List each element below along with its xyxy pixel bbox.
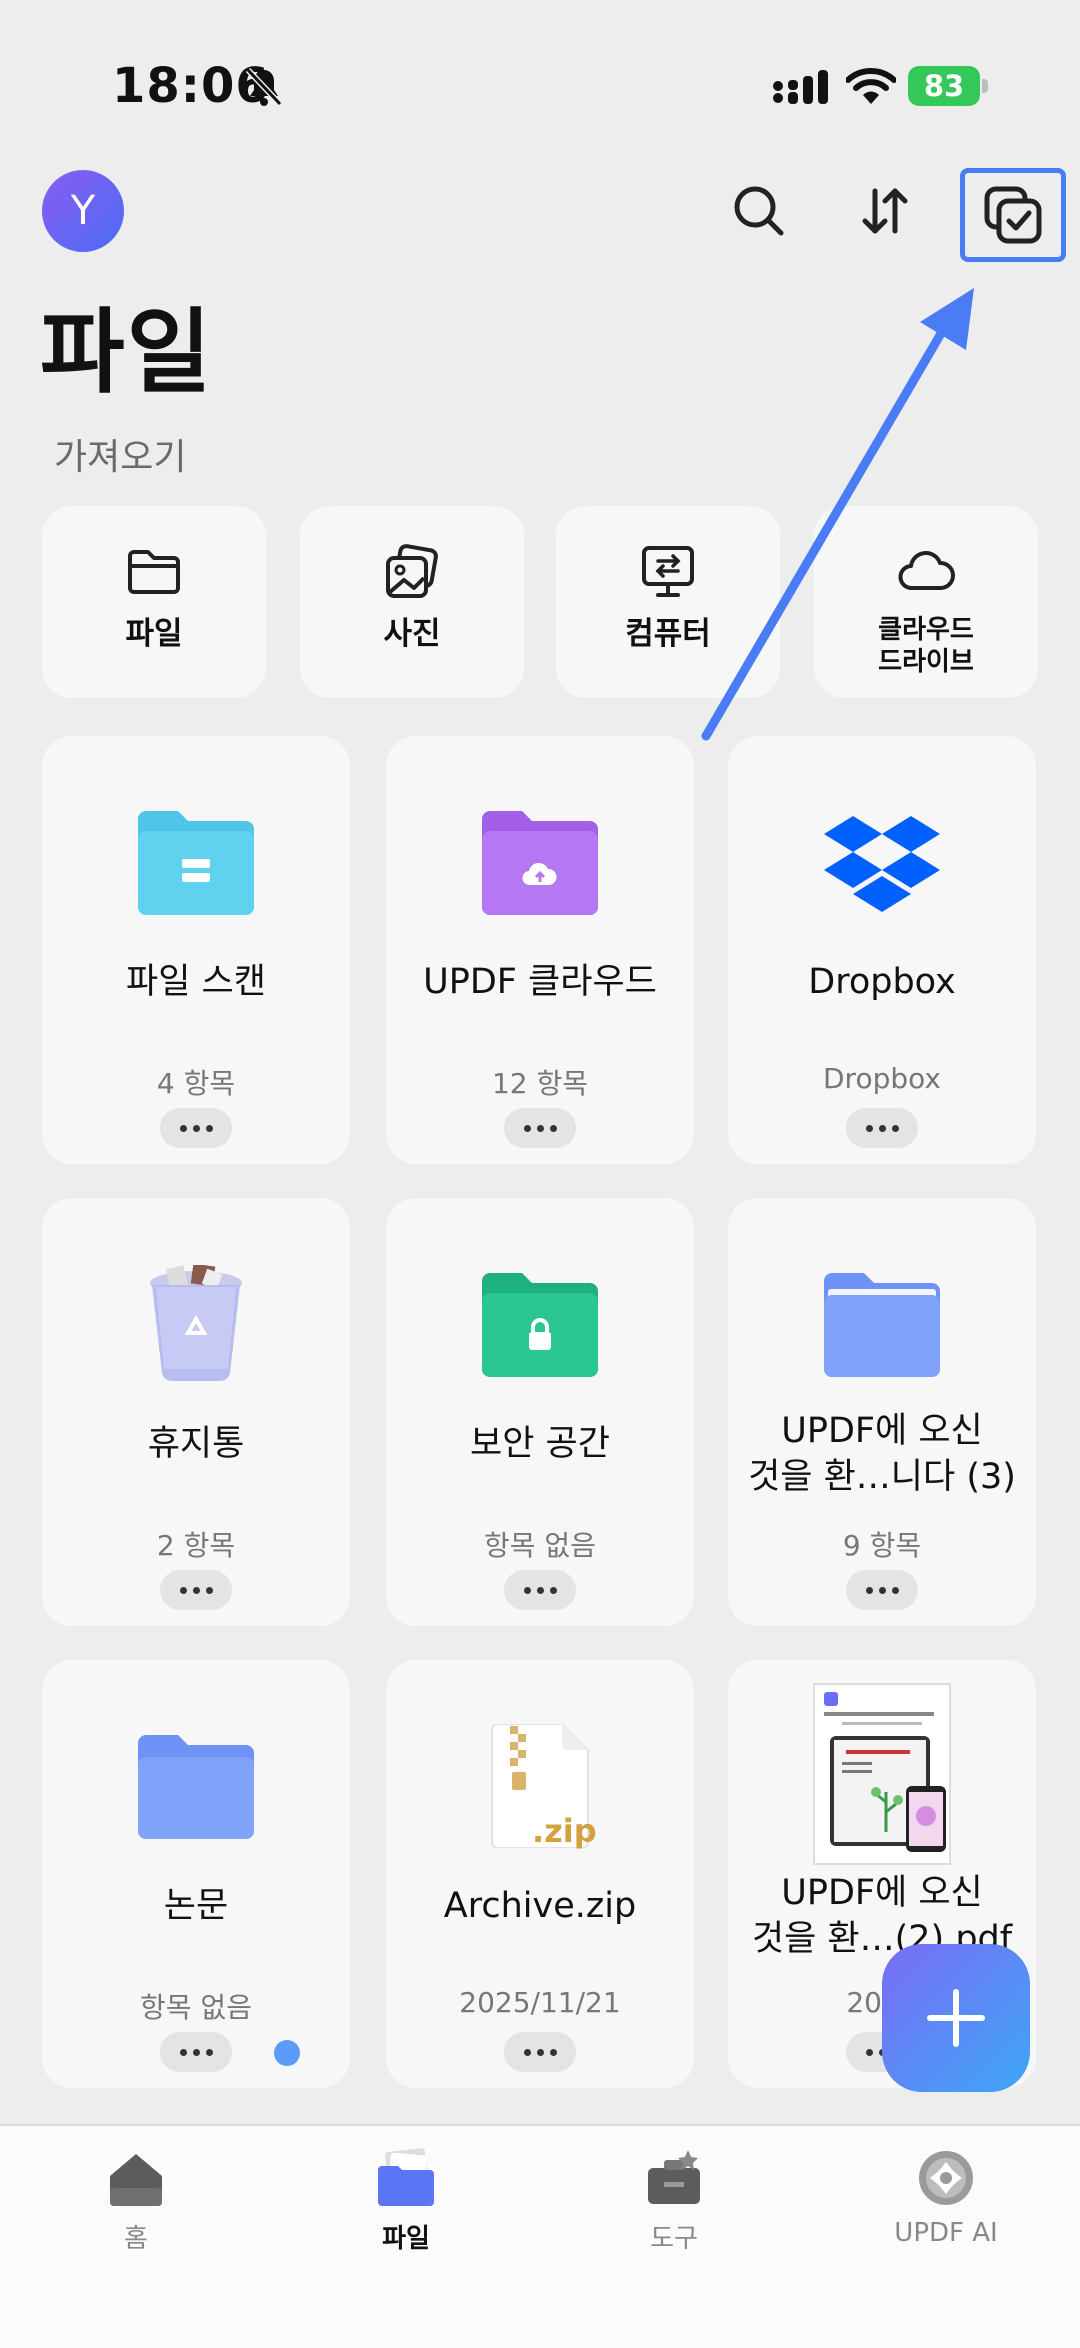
multi-select-button[interactable] xyxy=(960,168,1066,262)
trash-icon xyxy=(150,1265,242,1382)
folder-icon xyxy=(824,1273,940,1377)
import-item-label: 컴퓨터 xyxy=(625,616,711,652)
more-options-button[interactable] xyxy=(504,2032,576,2072)
file-card-updf-cloud[interactable]: UPDF 클라우드 12 항목 xyxy=(386,736,694,1164)
sort-icon xyxy=(862,188,908,234)
battery-indicator: 83 xyxy=(908,66,988,106)
file-card-archive-zip[interactable]: .zip Archive.zip 2025/11/21 xyxy=(386,1660,694,2088)
battery-level: 83 xyxy=(908,66,980,106)
folder-outline-icon xyxy=(128,550,180,594)
wifi-icon xyxy=(846,68,896,104)
more-options-button[interactable] xyxy=(160,1570,232,1610)
file-card-subtitle: 4 항목 xyxy=(156,1067,236,1100)
import-section-label: 가져오기 xyxy=(54,437,187,478)
file-card-subtitle: Dropbox xyxy=(823,1062,941,1095)
file-card-thesis[interactable]: 논문 항목 없음 xyxy=(42,1660,350,2088)
bell-off-icon xyxy=(245,67,283,107)
more-options-button[interactable] xyxy=(160,2032,232,2072)
tab-label: 홈 xyxy=(124,2224,148,2254)
home-icon xyxy=(110,2154,162,2206)
multi-select-icon xyxy=(984,186,1042,244)
ai-icon xyxy=(919,2151,973,2205)
file-card-subtitle: 2 항목 xyxy=(156,1529,236,1562)
photos-icon xyxy=(386,544,438,598)
folder-icon xyxy=(138,1735,254,1839)
file-card-subtitle: 12 항목 xyxy=(491,1067,589,1100)
import-files-button[interactable]: 파일 xyxy=(42,506,266,698)
pdf-thumbnail-icon xyxy=(813,1683,951,1865)
tab-label: UPDF AI xyxy=(894,2218,998,2248)
tab-files[interactable]: 파일 xyxy=(306,2148,506,2255)
file-card-dropbox[interactable]: Dropbox Dropbox xyxy=(728,736,1036,1164)
file-card-title: 파일 스캔 xyxy=(126,962,266,1002)
avatar[interactable]: Y xyxy=(42,170,124,252)
file-card-scan[interactable]: 파일 스캔 4 항목 xyxy=(42,736,350,1164)
tab-tools[interactable]: 도구 xyxy=(574,2148,774,2255)
file-card-title: 휴지통 xyxy=(147,1424,245,1464)
import-item-label: 사진 xyxy=(383,616,441,652)
import-item-label: 파일 xyxy=(125,616,183,652)
sync-status-dot xyxy=(274,2040,300,2066)
more-options-button[interactable] xyxy=(504,1570,576,1610)
file-card-subtitle: 항목 없음 xyxy=(140,1991,252,2024)
computer-transfer-icon xyxy=(642,546,694,597)
cloud-folder-icon xyxy=(482,811,598,915)
file-card-trash[interactable]: 휴지통 2 항목 xyxy=(42,1198,350,1626)
tools-icon xyxy=(648,2150,700,2204)
file-card-title: UPDF에 오신 것을 환…니다 (3) xyxy=(748,1411,1016,1497)
bottom-tab-bar: 홈 파일 도구 UPDF AI xyxy=(0,2124,1080,2348)
more-options-button[interactable] xyxy=(160,1108,232,1148)
search-icon xyxy=(734,186,784,236)
tab-home[interactable]: 홈 xyxy=(36,2148,236,2255)
file-card-title: Archive.zip xyxy=(443,1886,637,1926)
tab-label: 도구 xyxy=(650,2224,698,2254)
files-tab-icon xyxy=(378,2148,434,2206)
file-card-secure-space[interactable]: 보안 공간 항목 없음 xyxy=(386,1198,694,1626)
file-card-subtitle: 2025/11/21 xyxy=(459,1986,621,2019)
import-cloud-drive-button[interactable]: 클라우드 드라이브 xyxy=(814,506,1038,698)
secure-folder-icon xyxy=(482,1273,598,1377)
import-item-label: 클라우드 드라이브 xyxy=(878,615,974,677)
file-card-title: 논문 xyxy=(163,1886,229,1926)
cellular-signal-icon xyxy=(773,70,828,104)
battery-tip xyxy=(982,79,988,93)
cloud-icon xyxy=(898,551,955,590)
import-photos-button[interactable]: 사진 xyxy=(300,506,524,698)
file-card-subtitle: 9 항목 xyxy=(842,1529,922,1562)
tab-updf-ai[interactable]: UPDF AI xyxy=(846,2148,1046,2248)
more-options-button[interactable] xyxy=(846,1108,918,1148)
search-button[interactable] xyxy=(716,168,802,254)
file-card-title: UPDF 클라우드 xyxy=(423,962,657,1002)
file-card-welcome-folder[interactable]: UPDF에 오신 것을 환…니다 (3) 9 항목 xyxy=(728,1198,1036,1626)
dropbox-icon xyxy=(824,816,940,912)
page-title: 파일 xyxy=(40,299,214,406)
add-button[interactable] xyxy=(882,1944,1030,2092)
sort-button[interactable] xyxy=(842,168,928,254)
scan-folder-icon xyxy=(138,811,254,915)
file-card-title: Dropbox xyxy=(808,962,956,1002)
import-computer-button[interactable]: 컴퓨터 xyxy=(556,506,780,698)
more-options-button[interactable] xyxy=(504,1108,576,1148)
more-options-button[interactable] xyxy=(846,1570,918,1610)
tab-label: 파일 xyxy=(382,2224,430,2254)
zip-extension-label: .zip xyxy=(532,1812,597,1850)
file-card-subtitle: 항목 없음 xyxy=(484,1529,596,1562)
file-card-title: 보안 공간 xyxy=(470,1424,610,1464)
plus-icon xyxy=(927,1989,985,2047)
